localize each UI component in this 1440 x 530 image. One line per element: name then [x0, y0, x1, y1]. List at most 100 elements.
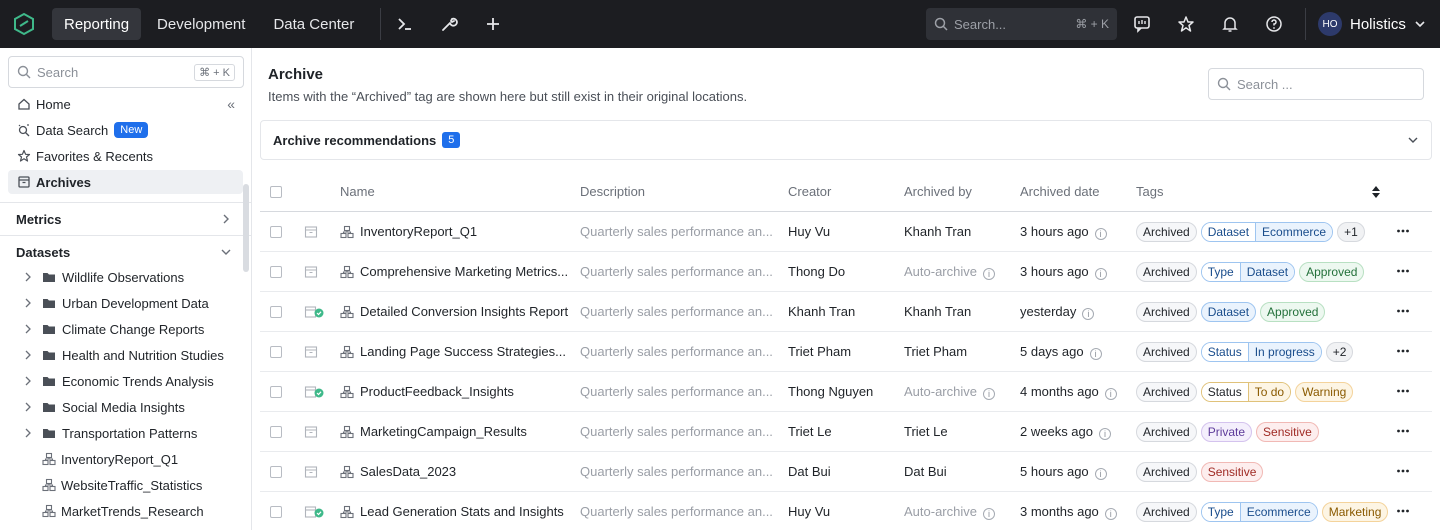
info-icon[interactable]: i [982, 268, 995, 280]
tag-approved: Approved [1260, 302, 1326, 322]
row-checkbox[interactable] [270, 506, 282, 518]
dataset-item[interactable]: WebsiteTraffic_Statistics [42, 474, 202, 496]
row-checkbox[interactable] [270, 426, 282, 438]
chevron-right-icon[interactable] [22, 271, 34, 283]
sidebar-scrollbar[interactable] [243, 184, 249, 272]
chevron-right-icon[interactable] [22, 323, 34, 335]
info-icon[interactable]: i [1094, 468, 1107, 480]
chevron-right-icon[interactable] [22, 349, 34, 361]
feedback-icon[interactable] [1124, 6, 1160, 42]
folder-item[interactable]: Climate Change Reports [22, 318, 204, 340]
column-header-tags[interactable]: Tags [1136, 184, 1163, 199]
item-name[interactable]: Landing Page Success Strategies... [340, 344, 566, 359]
table-row[interactable]: Landing Page Success Strategies... Quart… [260, 332, 1432, 372]
item-name[interactable]: Detailed Conversion Insights Report [340, 304, 568, 319]
more-options-icon[interactable] [1396, 344, 1410, 358]
table-row[interactable]: ProductFeedback_Insights Quarterly sales… [260, 372, 1432, 412]
info-icon[interactable]: i [982, 388, 995, 400]
holistics-logo-icon[interactable] [12, 12, 36, 36]
folder-item[interactable]: Wildlife Observations [22, 266, 184, 288]
table-row[interactable]: InventoryReport_Q1 Quarterly sales perfo… [260, 212, 1432, 252]
item-name[interactable]: Lead Generation Stats and Insights [340, 504, 564, 519]
row-checkbox[interactable] [270, 466, 282, 478]
info-icon[interactable]: i [1082, 308, 1095, 320]
table-row[interactable]: SalesData_2023 Quarterly sales performan… [260, 452, 1432, 492]
help-icon[interactable] [1256, 6, 1292, 42]
info-icon[interactable]: i [1089, 348, 1102, 360]
chevron-right-icon[interactable] [22, 297, 34, 309]
more-options-icon[interactable] [1396, 424, 1410, 438]
sidebar-section-datasets[interactable]: Datasets [0, 235, 251, 268]
table-row[interactable]: Detailed Conversion Insights Report Quar… [260, 292, 1432, 332]
tag-more-count[interactable]: +1 [1337, 222, 1365, 242]
column-header-archived-by[interactable]: Archived by [904, 184, 972, 199]
chevron-right-icon[interactable] [22, 375, 34, 387]
folder-item[interactable]: Health and Nutrition Studies [22, 344, 224, 366]
chevron-right-icon[interactable] [22, 427, 34, 439]
sidebar-item-data-search[interactable]: Data Search New [8, 118, 243, 142]
section-label: Datasets [16, 244, 71, 260]
more-options-icon[interactable] [1396, 304, 1410, 318]
column-header-creator[interactable]: Creator [788, 184, 831, 199]
info-icon[interactable]: i [1094, 228, 1107, 240]
column-header-archived-date[interactable]: Archived date [1020, 184, 1100, 199]
table-row[interactable]: Comprehensive Marketing Metrics... Quart… [260, 252, 1432, 292]
more-options-icon[interactable] [1396, 264, 1410, 278]
sidebar-section-metrics[interactable]: Metrics [0, 202, 251, 235]
folder-item[interactable]: Economic Trends Analysis [22, 370, 214, 392]
info-icon[interactable]: i [1094, 268, 1107, 280]
row-checkbox[interactable] [270, 306, 282, 318]
row-checkbox[interactable] [270, 346, 282, 358]
wrench-icon[interactable] [431, 6, 467, 42]
sidebar-item-home[interactable]: Home « [8, 92, 243, 116]
sidebar-search-input[interactable]: Search ⌘ + K [8, 56, 244, 88]
global-search-input[interactable]: Search... ⌘ + K [926, 8, 1117, 40]
tab-reporting[interactable]: Reporting [52, 8, 142, 40]
tag-more-count[interactable]: +2 [1325, 342, 1354, 362]
item-name[interactable]: ProductFeedback_Insights [340, 384, 514, 399]
sidebar-item-favorites[interactable]: Favorites & Recents [8, 144, 243, 168]
dataset-item[interactable]: InventoryReport_Q1 [42, 448, 178, 470]
sidebar-item-archives[interactable]: Archives [8, 170, 243, 194]
item-name[interactable]: Comprehensive Marketing Metrics... [340, 264, 568, 279]
plus-icon[interactable] [475, 6, 511, 42]
row-checkbox[interactable] [270, 266, 282, 278]
more-options-icon[interactable] [1396, 504, 1410, 518]
row-checkbox[interactable] [270, 386, 282, 398]
folder-item[interactable]: Urban Development Data [22, 292, 209, 314]
archive-search-input[interactable]: Search ... [1208, 68, 1424, 100]
column-header-name[interactable]: Name [340, 184, 375, 199]
star-icon[interactable] [1168, 6, 1204, 42]
folder-item[interactable]: Transportation Patterns [22, 422, 197, 444]
select-all-checkbox[interactable] [270, 186, 282, 198]
table-row[interactable]: MarketingCampaign_Results Quarterly sale… [260, 412, 1432, 452]
workspace-switcher[interactable]: HO Holistics [1318, 12, 1426, 36]
more-options-icon[interactable] [1396, 224, 1410, 238]
chevron-right-icon[interactable] [22, 401, 34, 413]
item-name[interactable]: InventoryReport_Q1 [340, 224, 477, 239]
bell-icon[interactable] [1212, 6, 1248, 42]
more-options-icon[interactable] [1396, 384, 1410, 398]
table-row[interactable]: Lead Generation Stats and Insights Quart… [260, 492, 1432, 530]
more-options-icon[interactable] [1396, 464, 1410, 478]
dataset-item[interactable]: MarketTrends_Research [42, 500, 204, 522]
tab-development[interactable]: Development [145, 8, 257, 40]
folder-item[interactable]: Social Media Insights [22, 396, 185, 418]
sort-icon[interactable] [1371, 185, 1381, 199]
info-icon[interactable]: i [982, 508, 995, 520]
archive-recommendations-panel[interactable]: Archive recommendations 5 [260, 120, 1432, 160]
item-name[interactable]: SalesData_2023 [340, 464, 456, 479]
info-icon[interactable]: i [1104, 388, 1117, 400]
terminal-icon[interactable] [387, 6, 423, 42]
tab-data-center[interactable]: Data Center [261, 8, 366, 40]
info-icon[interactable]: i [1104, 508, 1117, 520]
search-icon [1217, 77, 1231, 91]
info-icon[interactable]: i [1099, 428, 1111, 440]
row-checkbox[interactable] [270, 226, 282, 238]
item-name[interactable]: MarketingCampaign_Results [340, 424, 527, 439]
chevron-down-icon[interactable] [1407, 134, 1419, 146]
collapse-sidebar-icon[interactable]: « [227, 96, 235, 112]
column-header-description[interactable]: Description [580, 184, 645, 199]
archive-icon [304, 226, 318, 238]
item-archived-by: Khanh Tran [904, 304, 972, 319]
